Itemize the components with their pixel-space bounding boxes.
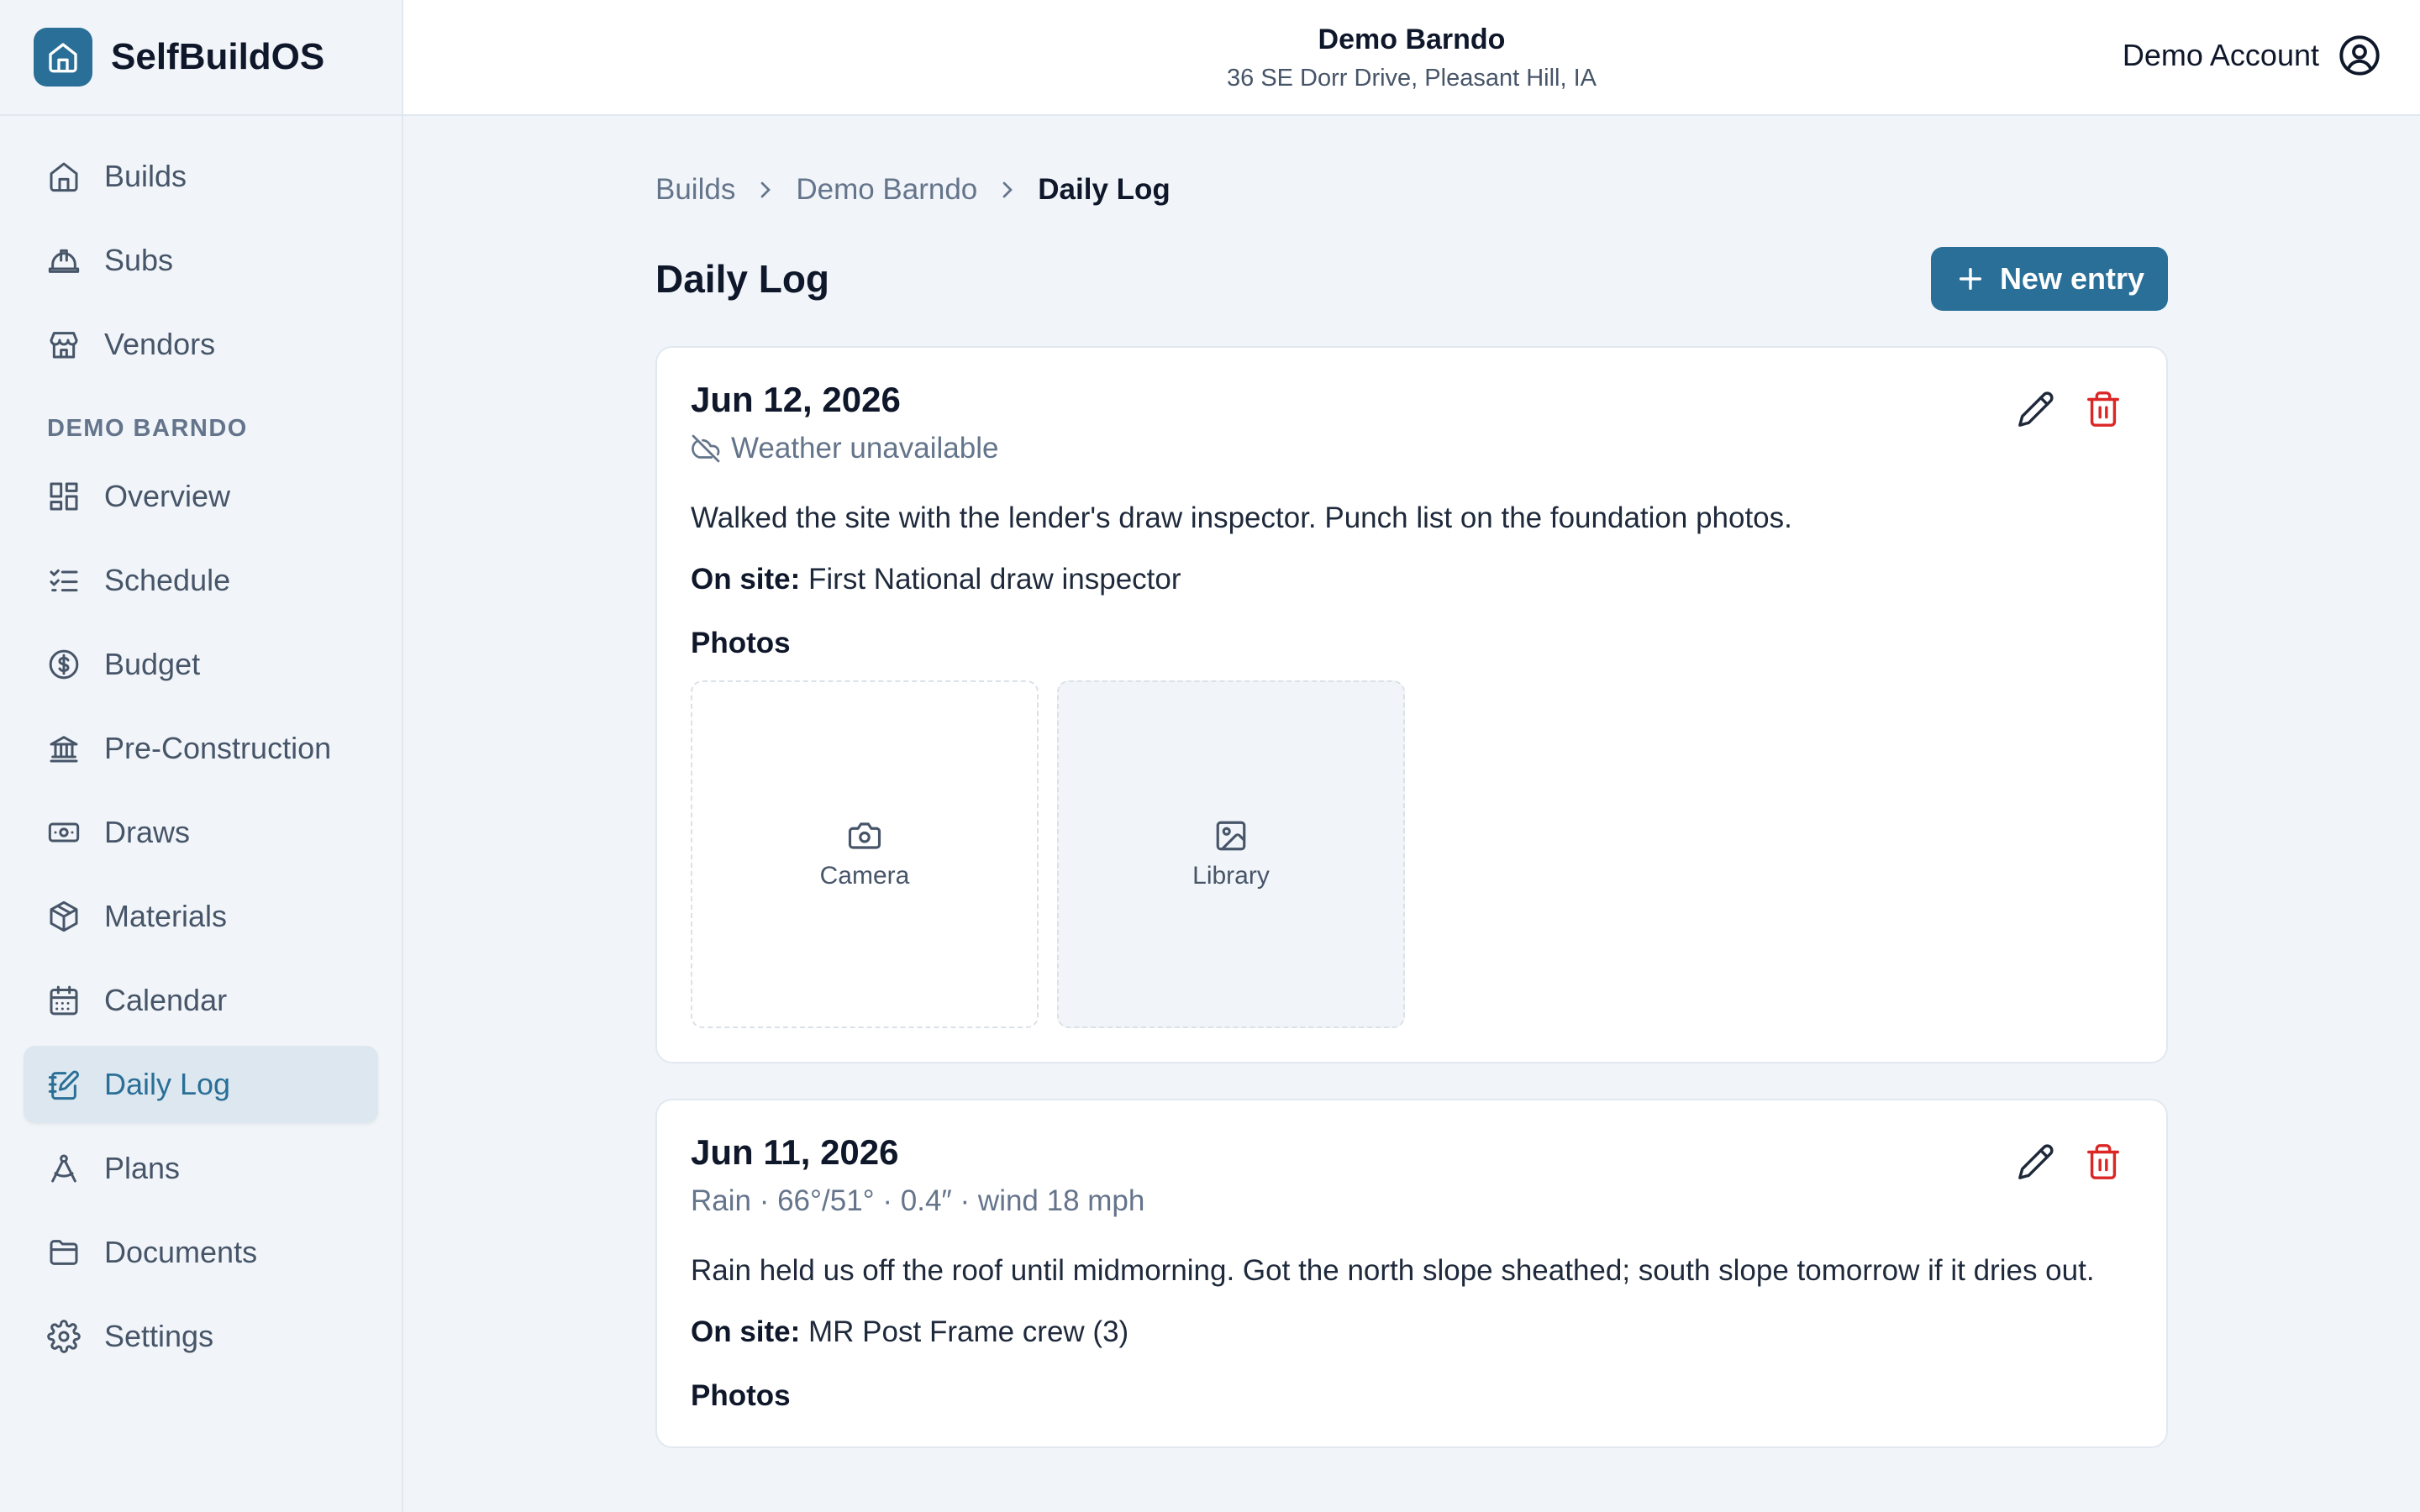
brand-name: SelfBuildOS xyxy=(111,36,325,77)
delete-trash-icon[interactable] xyxy=(2084,1142,2123,1181)
photos-label: Photos xyxy=(691,627,791,659)
brand[interactable]: SelfBuildOS xyxy=(0,0,402,116)
new-entry-label: New entry xyxy=(1999,261,2144,296)
sidebar-item-overview[interactable]: Overview xyxy=(24,458,378,535)
sidebar-item-label: Vendors xyxy=(104,327,216,361)
sidebar-item-label: Schedule xyxy=(104,563,231,597)
onsite-label: On site: xyxy=(691,563,801,596)
sidebar-section-label: DEMO BARNDO xyxy=(47,415,248,442)
account-label: Demo Account xyxy=(2122,38,2319,72)
breadcrumb-project[interactable]: Demo Barndo xyxy=(796,173,977,207)
sidebar-item-schedule[interactable]: Schedule xyxy=(24,542,378,619)
library-label: Library xyxy=(1192,862,1270,890)
sidebar-item-label: Daily Log xyxy=(104,1067,231,1101)
title-row: Daily Log New entry xyxy=(655,245,2168,312)
camera-label: Camera xyxy=(819,862,910,890)
sidebar-item-subs[interactable]: Subs xyxy=(24,222,378,299)
camera-upload-button[interactable]: Camera xyxy=(691,680,1039,1028)
entry-notes: Walked the site with the lender's draw i… xyxy=(691,501,1792,534)
grid-icon xyxy=(50,482,78,511)
checklist-icon xyxy=(50,569,78,592)
sidebar-item-label: Draws xyxy=(104,815,191,849)
sidebar-item-label: Budget xyxy=(104,647,201,681)
sidebar: SelfBuildOS Builds Subs Vendors DEMO BAR… xyxy=(0,0,403,1512)
image-icon xyxy=(1216,821,1246,851)
breadcrumb-current: Daily Log xyxy=(1038,173,1171,206)
sidebar-item-settings[interactable]: Settings xyxy=(24,1298,378,1375)
hard-hat-icon xyxy=(48,249,80,273)
compass-icon xyxy=(51,1154,76,1183)
dollar-circle-icon xyxy=(49,649,79,680)
sidebar-item-label: Settings xyxy=(104,1319,214,1353)
entry-weather-text: Rain · 66°/51° · 0.4″ · wind 18 mph xyxy=(691,1184,1145,1217)
breadcrumb: Builds Demo Barndo Daily Log xyxy=(655,168,2168,212)
sidebar-item-draws[interactable]: Draws xyxy=(24,794,378,871)
chevron-right-icon xyxy=(1002,181,1013,198)
brand-logo-icon xyxy=(34,28,92,87)
project-name: Demo Barndo xyxy=(1318,24,1506,55)
folder-icon xyxy=(50,1240,78,1265)
edit-pencil-icon[interactable] xyxy=(2017,390,2055,428)
banknote-icon xyxy=(48,822,80,843)
sidebar-item-budget[interactable]: Budget xyxy=(24,626,378,703)
sidebar-item-documents[interactable]: Documents xyxy=(24,1214,378,1291)
sidebar-nav: Builds Subs Vendors DEMO BARNDO Overview… xyxy=(0,116,402,1375)
entry-actions xyxy=(1988,390,2123,428)
account-menu[interactable]: Demo Account xyxy=(2123,34,2381,77)
main-content: Builds Demo Barndo Daily Log Daily Log N… xyxy=(655,168,2168,1448)
sidebar-item-pre-construction[interactable]: Pre-Construction xyxy=(24,710,378,787)
sidebar-item-vendors[interactable]: Vendors xyxy=(24,306,378,383)
chevron-right-icon xyxy=(760,181,771,198)
delete-trash-icon[interactable] xyxy=(2084,390,2123,428)
log-entry-card: Jun 11, 2026 Rain · 66°/51° · 0.4″ · win… xyxy=(655,1099,2168,1448)
entry-weather: Weather unavailable xyxy=(691,432,2133,465)
entry-weather: Rain · 66°/51° · 0.4″ · wind 18 mph xyxy=(691,1184,2133,1218)
entry-notes: Rain held us off the roof until midmorni… xyxy=(691,1254,2095,1287)
edit-pencil-icon[interactable] xyxy=(2017,1142,2055,1181)
sidebar-item-label: Pre-Construction xyxy=(104,731,332,765)
sidebar-item-label: Builds xyxy=(104,159,187,193)
log-entry-card: Jun 12, 2026 Weather unavailable Walked … xyxy=(655,346,2168,1063)
plus-icon xyxy=(1959,267,1981,291)
calendar-icon xyxy=(50,985,78,1016)
entry-onsite: On site: MR Post Frame crew (3) xyxy=(691,1315,2133,1349)
camera-icon xyxy=(848,822,881,849)
breadcrumb-builds[interactable]: Builds xyxy=(655,173,735,207)
home-icon xyxy=(50,162,78,192)
bank-icon xyxy=(50,736,78,763)
entry-date: Jun 11, 2026 xyxy=(691,1132,899,1172)
sidebar-item-plans[interactable]: Plans xyxy=(24,1130,378,1207)
sidebar-item-label: Overview xyxy=(104,479,231,513)
entry-weather-text: Weather unavailable xyxy=(731,432,999,465)
gear-icon xyxy=(47,1320,81,1353)
photo-tiles: Camera Library xyxy=(691,680,2133,1028)
store-icon xyxy=(50,332,78,359)
onsite-value: MR Post Frame crew (3) xyxy=(808,1315,1129,1348)
user-circle-icon xyxy=(2339,35,2380,76)
sidebar-item-label: Calendar xyxy=(104,983,228,1017)
entry-actions xyxy=(1988,1142,2123,1181)
sidebar-item-daily-log[interactable]: Daily Log xyxy=(24,1046,378,1123)
topbar: Demo Barndo 36 SE Dorr Drive, Pleasant H… xyxy=(403,0,2420,116)
sidebar-item-builds[interactable]: Builds xyxy=(24,138,378,215)
onsite-value: First National draw inspector xyxy=(808,563,1181,596)
onsite-label: On site: xyxy=(691,1315,801,1348)
project-header: Demo Barndo 36 SE Dorr Drive, Pleasant H… xyxy=(403,24,2420,92)
sidebar-item-label: Materials xyxy=(104,899,228,933)
page-title: Daily Log xyxy=(655,257,830,301)
new-entry-button[interactable]: New entry xyxy=(1930,247,2168,311)
entry-date: Jun 12, 2026 xyxy=(691,380,901,419)
sidebar-item-label: Documents xyxy=(104,1235,258,1269)
project-address: 36 SE Dorr Drive, Pleasant Hill, IA xyxy=(1227,65,1597,92)
sidebar-item-label: Subs xyxy=(104,243,174,277)
entry-onsite: On site: First National draw inspector xyxy=(691,563,2133,596)
sidebar-item-materials[interactable]: Materials xyxy=(24,878,378,955)
library-upload-button[interactable]: Library xyxy=(1057,680,1405,1028)
cloud-off-icon xyxy=(692,434,720,463)
sidebar-item-calendar[interactable]: Calendar xyxy=(24,962,378,1039)
photos-label: Photos xyxy=(691,1379,791,1412)
package-icon xyxy=(50,900,78,932)
notebook-pen-icon xyxy=(48,1070,79,1100)
sidebar-item-label: Plans xyxy=(104,1151,181,1185)
